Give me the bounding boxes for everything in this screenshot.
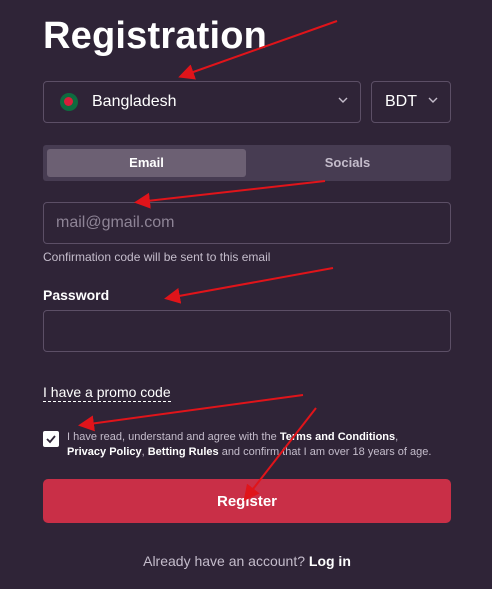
email-hint: Confirmation code will be sent to this e…	[43, 250, 271, 264]
checkmark-icon	[46, 435, 56, 444]
privacy-policy-link[interactable]: Privacy Policy	[67, 446, 142, 458]
currency-select[interactable]: BDT	[371, 81, 451, 123]
login-link[interactable]: Log in	[309, 553, 351, 569]
bangladesh-flag-icon	[60, 93, 78, 111]
signup-method-tabs: Email Socials	[43, 145, 451, 181]
register-button[interactable]: Register	[43, 479, 451, 523]
tab-email[interactable]: Email	[47, 149, 246, 177]
terms-link[interactable]: Terms and Conditions	[280, 431, 395, 443]
agreement-prefix: I have read, understand and agree with t…	[67, 431, 280, 443]
agreement-suffix: and confirm that I am over 18 years of a…	[218, 446, 432, 458]
agreement-separator-1: ,	[395, 431, 399, 443]
page-title: Registration	[43, 15, 268, 57]
password-input[interactable]	[43, 310, 451, 352]
annotation-arrow	[164, 267, 334, 304]
country-select[interactable]: Bangladesh	[43, 81, 361, 123]
login-prompt: Already have an account? Log in	[43, 553, 451, 569]
password-label: Password	[43, 287, 110, 303]
tab-socials[interactable]: Socials	[248, 149, 447, 177]
betting-rules-link[interactable]: Betting Rules	[148, 446, 219, 458]
country-label: Bangladesh	[92, 93, 177, 110]
agreement-text: I have read, understand and agree with t…	[67, 430, 451, 460]
promo-code-link[interactable]: I have a promo code	[43, 384, 171, 402]
chevron-down-icon	[338, 97, 348, 103]
agreement-checkbox[interactable]	[43, 431, 59, 447]
annotation-arrow	[134, 180, 326, 209]
login-question: Already have an account?	[143, 553, 305, 569]
currency-label: BDT	[385, 93, 417, 110]
chevron-down-icon	[428, 97, 438, 103]
email-input[interactable]	[43, 202, 451, 244]
